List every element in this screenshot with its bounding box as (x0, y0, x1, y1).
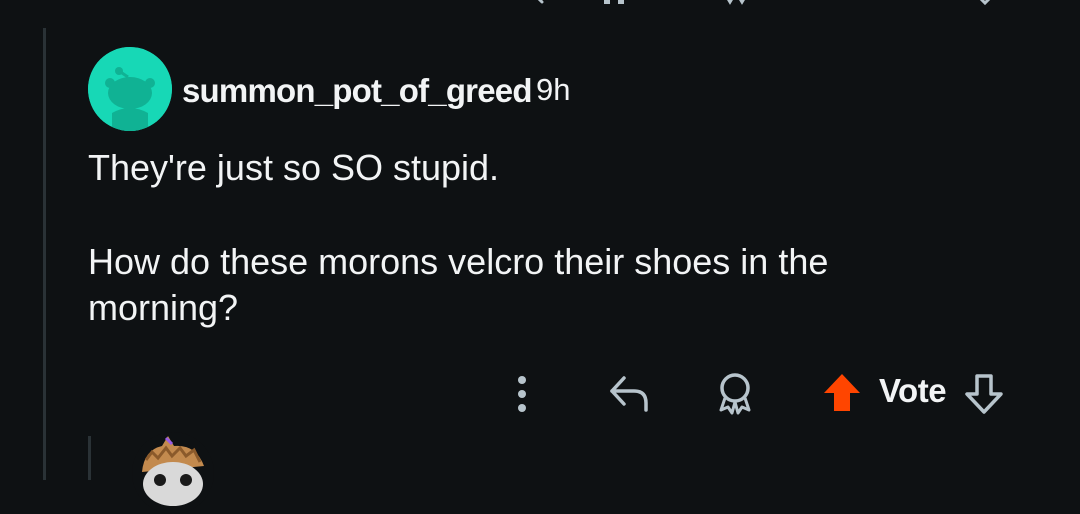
avatar[interactable] (88, 47, 172, 131)
custom-avatar-icon (132, 432, 214, 514)
timestamp: 9h (536, 72, 571, 107)
comment-paragraph: They're just so SO stupid. (88, 147, 500, 188)
comment-body: They're just so SO stupid. How do these … (88, 145, 988, 331)
downvote-icon[interactable] (970, 0, 1000, 6)
snoo-avatar-icon (88, 47, 172, 131)
upvote-icon[interactable] (822, 0, 858, 6)
comment-paragraph: How do these morons velcro their shoes i… (88, 241, 829, 328)
more-vertical-icon[interactable] (600, 0, 630, 6)
previous-comment-actions (0, 0, 1080, 6)
vote-label: Vote (879, 372, 947, 409)
award-icon[interactable] (718, 0, 754, 6)
upvote-icon[interactable] (820, 371, 864, 415)
downvote-icon[interactable] (962, 372, 1006, 416)
reply-icon[interactable] (530, 0, 560, 6)
username[interactable]: summon_pot_of_greed (182, 72, 532, 110)
more-vertical-icon[interactable] (508, 372, 536, 416)
thread-line[interactable] (88, 436, 91, 480)
avatar[interactable] (132, 432, 214, 514)
reply-icon[interactable] (606, 372, 652, 414)
thread-line[interactable] (43, 28, 46, 480)
award-icon[interactable] (713, 370, 757, 416)
